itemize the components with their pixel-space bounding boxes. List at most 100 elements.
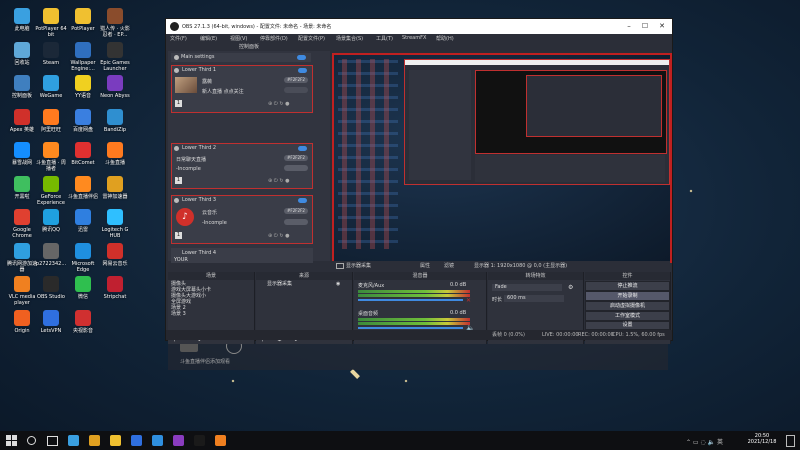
menu-view[interactable]: 视图(V) — [230, 35, 247, 42]
desktop-icon[interactable]: BitComet — [66, 142, 100, 166]
preview-canvas[interactable] — [332, 53, 672, 263]
scene-item[interactable]: 场景 3 — [171, 311, 251, 317]
notification-icon[interactable] — [786, 435, 795, 447]
taskbar-app-icon[interactable] — [131, 435, 142, 446]
close-icon[interactable]: ✕ — [654, 21, 670, 32]
taskbar-app-icon[interactable] — [110, 435, 121, 446]
desktop-icon[interactable]: GeForce Experience — [34, 175, 68, 206]
menu-tools[interactable]: 工具(T) — [376, 35, 393, 42]
transition-select[interactable]: Fade — [492, 284, 562, 291]
color-tag-2[interactable] — [284, 219, 308, 225]
lower-third-card-1[interactable]: Lower Third 1 露薇 新人直播 点点关注 #F2F2F2 1 ⊕ ⏻… — [171, 65, 313, 113]
desktop-icon[interactable]: 斗鱼直播伴侣 — [66, 175, 100, 200]
title-bar[interactable]: OBS 27.1.3 (64-bit, windows) - 配置文件: 未命名… — [166, 19, 672, 34]
main-settings-row[interactable]: Main settings — [171, 53, 311, 62]
desktop-icon[interactable]: 迅雷 — [66, 209, 100, 233]
studio-mode-button[interactable]: 工作室模式 — [585, 311, 670, 321]
taskbar-app-icon[interactable] — [173, 435, 184, 446]
menu-file[interactable]: 文件(F) — [170, 35, 187, 42]
lower-third-line1[interactable]: 露薇 — [202, 78, 212, 85]
menu-help[interactable]: 帮助(H) — [436, 35, 454, 42]
lower-third-line2[interactable]: 新人直播 点点关注 — [202, 88, 244, 95]
desktop-icon[interactable]: 雷神加速器 — [98, 175, 132, 200]
desktop-icon[interactable]: LetsVPN — [34, 309, 68, 334]
lower-third-toggle[interactable] — [298, 146, 307, 151]
color-tag[interactable]: #F2F2F2 — [284, 208, 308, 214]
menu-scene-collection[interactable]: 场景集合(S) — [336, 35, 363, 42]
clock[interactable]: 20:50 2021/12/18 — [742, 433, 782, 445]
lower-third-toggle[interactable] — [298, 68, 307, 73]
lower-third-line1[interactable]: YOUR — [174, 257, 188, 263]
task-view-icon[interactable] — [47, 436, 58, 446]
virtual-camera-button[interactable]: 启动虚拟摄像机 — [585, 301, 670, 311]
desktop-icon[interactable]: 微信 — [66, 276, 100, 300]
desktop-icon[interactable]: PotPlayer 64 bit — [34, 8, 68, 38]
desktop-icon[interactable]: 央视影音 — [66, 309, 100, 334]
lower-third-actions-icons[interactable]: ⊕ ⏻ ↻ ● — [268, 101, 308, 107]
lower-third-card-4[interactable]: Lower Third 4 — [171, 248, 313, 263]
lower-third-card-2[interactable]: Lower Third 2 日常聊天直播 -Incomple #F2F2F2 1… — [171, 143, 313, 189]
desktop-icon[interactable]: Steam — [34, 41, 68, 66]
transition-add-icon[interactable]: ⚙ — [568, 284, 573, 291]
settings-button[interactable]: 设置 — [585, 321, 670, 330]
lower-third-line2[interactable]: -Incomple — [202, 220, 227, 226]
display-select[interactable]: 显示器 1: 1920x1080 @ 0,0 (主显示器) — [474, 262, 567, 269]
taskbar-app-icon[interactable] — [89, 435, 100, 446]
color-tag[interactable]: #F2F2F2 — [284, 155, 308, 161]
filters-button[interactable]: 滤镜 — [444, 262, 454, 269]
obs-window[interactable]: OBS 27.1.3 (64-bit, windows) - 配置文件: 未命名… — [165, 18, 673, 344]
desktop-icon[interactable]: Wallpaper Engine:... — [66, 41, 100, 72]
desktop-icon[interactable]: 斗鱼直播 — [98, 142, 132, 166]
desktop-icon[interactable]: 猎人传 · 火影 忍者 · EP... — [98, 8, 132, 38]
taskbar-app-icon[interactable] — [194, 435, 205, 446]
desktop-icon[interactable]: 斗鱼直播 · 周 播者 — [34, 142, 68, 172]
start-recording-button[interactable]: 开始录制 — [585, 291, 670, 301]
menu-streamfx[interactable]: StreamFX — [402, 35, 426, 41]
menu-profile[interactable]: 配置文件(P) — [298, 35, 325, 42]
taskbar-app-icon[interactable] — [215, 435, 226, 446]
lower-third-line1[interactable]: 日常聊天直播 — [176, 156, 206, 163]
eye-icon[interactable]: ◉ — [336, 281, 340, 287]
maximize-icon[interactable]: ☐ — [637, 21, 653, 32]
lower-third-card-3[interactable]: Lower Third 3 ♪ 云音乐 -Incomple #F2F2F2 1 … — [171, 195, 313, 244]
stop-streaming-button[interactable]: 停止推流 — [585, 281, 670, 291]
desktop-icon[interactable]: PotPlayer — [66, 8, 100, 32]
lower-third-toggle[interactable] — [298, 198, 307, 203]
desktop-icon[interactable]: 腾讯QQ — [34, 209, 68, 233]
lower-third-actions-icons[interactable]: ⊕ ⏻ ↻ ● — [268, 233, 289, 239]
menu-docks[interactable]: 停靠部件(D) — [260, 35, 288, 42]
mute-icon[interactable]: ✕ — [466, 297, 471, 304]
color-tag-2[interactable] — [284, 87, 308, 93]
desktop-icon[interactable]: Neon Abyss — [98, 75, 132, 99]
desktop-icon[interactable]: 阿里旺旺 — [34, 108, 68, 133]
desktop-icon[interactable]: 百度网盘 — [66, 108, 100, 133]
mic-volume-slider[interactable] — [358, 299, 463, 301]
properties-button[interactable]: 属性 — [420, 262, 430, 269]
desktop-icon[interactable]: Microsoft Edge — [66, 242, 100, 273]
desktop-icon[interactable]: YY语音 — [66, 75, 100, 99]
windows-start-icon[interactable] — [6, 435, 17, 446]
duration-input[interactable]: 600 ms — [504, 295, 564, 302]
scene-list[interactable]: 摄像头 游戏大屏幕头小卡 摄像头大游戏小 全屏游戏 场景 2 场景 3 — [168, 280, 254, 318]
desktop-icon[interactable]: BandiZip — [98, 108, 132, 133]
taskbar-app-icon[interactable] — [68, 435, 79, 446]
lower-third-actions-icons[interactable]: ⊕ ⏻ ↻ ● — [268, 178, 289, 184]
color-tag-2[interactable] — [284, 165, 308, 171]
source-list-item[interactable]: 显示器采集 ◉ — [256, 280, 352, 288]
desktop-icon[interactable]: 网易云音乐 — [98, 242, 132, 267]
desktop-icon[interactable]: p2722342... — [34, 242, 68, 267]
desktop-icon[interactable]: OBS Studio — [34, 276, 68, 300]
lower-third-line2[interactable]: -Incomple — [176, 166, 201, 172]
system-tray-icons[interactable]: ⌃ ▭ ◌ 🔈 英 — [686, 437, 723, 446]
desktop-icon[interactable]: Logitech G HUB — [98, 209, 132, 239]
main-settings-toggle[interactable] — [297, 55, 306, 60]
search-icon[interactable] — [27, 436, 36, 445]
desktop-icon[interactable]: Stripchat — [98, 276, 132, 300]
color-tag[interactable]: #F2F2F2 — [284, 77, 308, 83]
lower-third-line1[interactable]: 云音乐 — [202, 209, 217, 216]
desktop-icon[interactable]: Epic Games Launcher — [98, 41, 132, 72]
desktop-icon[interactable]: WeGame — [34, 75, 68, 99]
menu-edit[interactable]: 编辑(E) — [200, 35, 217, 42]
desktop-volume-slider[interactable] — [358, 327, 463, 329]
taskbar-app-icon[interactable] — [152, 435, 163, 446]
